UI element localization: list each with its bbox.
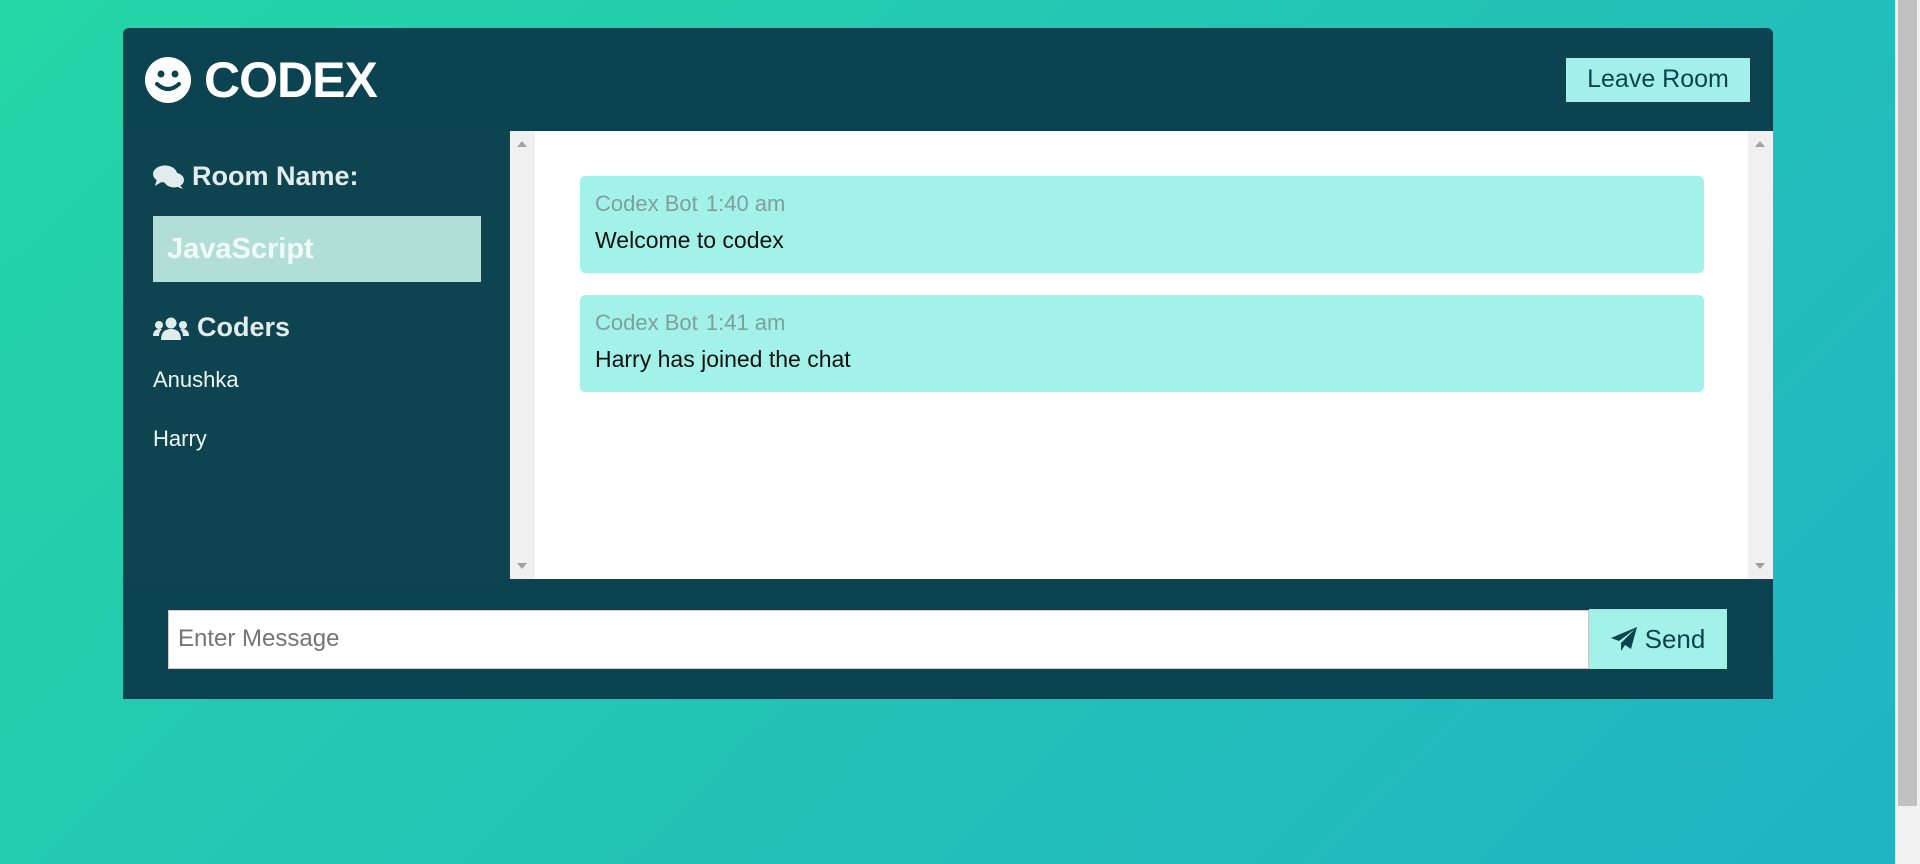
chat-main: Room Name: JavaScript Coders Anushka Har… bbox=[123, 131, 1773, 579]
message-username: Codex Bot bbox=[595, 310, 698, 335]
user-item: Harry bbox=[153, 426, 207, 451]
message-time: 1:41 am bbox=[705, 310, 786, 335]
message: Codex Bot 1:40 am Welcome to codex bbox=[580, 176, 1704, 273]
send-label: Send bbox=[1644, 623, 1706, 654]
scroll-down-icon[interactable] bbox=[1755, 563, 1765, 569]
users-label: Coders bbox=[197, 312, 291, 342]
message-meta: Codex Bot 1:40 am bbox=[595, 191, 1689, 217]
brand-title: CODEX bbox=[204, 51, 378, 108]
room-name-heading: Room Name: bbox=[153, 161, 481, 192]
sidebar: Room Name: JavaScript Coders Anushka Har… bbox=[123, 131, 510, 579]
users-list: Anushka Harry bbox=[153, 367, 481, 451]
scroll-up-icon[interactable] bbox=[1755, 141, 1765, 147]
send-button[interactable]: Send bbox=[1589, 609, 1727, 669]
paper-plane-icon bbox=[1610, 627, 1637, 651]
brand: CODEX bbox=[144, 51, 378, 109]
chat-header: CODEX Leave Room bbox=[123, 28, 1773, 131]
message-text: Welcome to codex bbox=[595, 227, 784, 253]
users-heading: Coders bbox=[153, 312, 481, 343]
message-text: Harry has joined the chat bbox=[595, 346, 851, 372]
page-scrollbar[interactable] bbox=[1895, 0, 1920, 864]
page-scroll-thumb[interactable] bbox=[1898, 0, 1917, 806]
scroll-down-icon[interactable] bbox=[517, 563, 527, 569]
message-username: Codex Bot bbox=[595, 191, 698, 216]
room-name-label: Room Name: bbox=[192, 161, 359, 191]
user-item: Anushka bbox=[153, 367, 239, 392]
leave-room-button[interactable]: Leave Room bbox=[1566, 57, 1750, 102]
message-input[interactable] bbox=[168, 609, 1589, 669]
comments-icon bbox=[153, 165, 184, 189]
left-scrollbar[interactable] bbox=[510, 131, 535, 579]
message-form: Send bbox=[123, 579, 1773, 699]
chat-container: CODEX Leave Room Room Name: JavaScript C… bbox=[123, 28, 1773, 699]
message: Codex Bot 1:41 am Harry has joined the c… bbox=[580, 295, 1704, 392]
message-time: 1:40 am bbox=[705, 191, 786, 216]
messages-panel: Codex Bot 1:40 am Welcome to codex Codex… bbox=[510, 131, 1773, 579]
chat-messages: Codex Bot 1:40 am Welcome to codex Codex… bbox=[535, 131, 1748, 579]
messages-scrollbar[interactable] bbox=[1748, 131, 1773, 579]
smile-icon bbox=[145, 56, 191, 103]
users-icon bbox=[153, 317, 189, 340]
room-name: JavaScript bbox=[153, 216, 481, 282]
message-meta: Codex Bot 1:41 am bbox=[595, 310, 1689, 336]
scroll-up-icon[interactable] bbox=[517, 141, 527, 147]
